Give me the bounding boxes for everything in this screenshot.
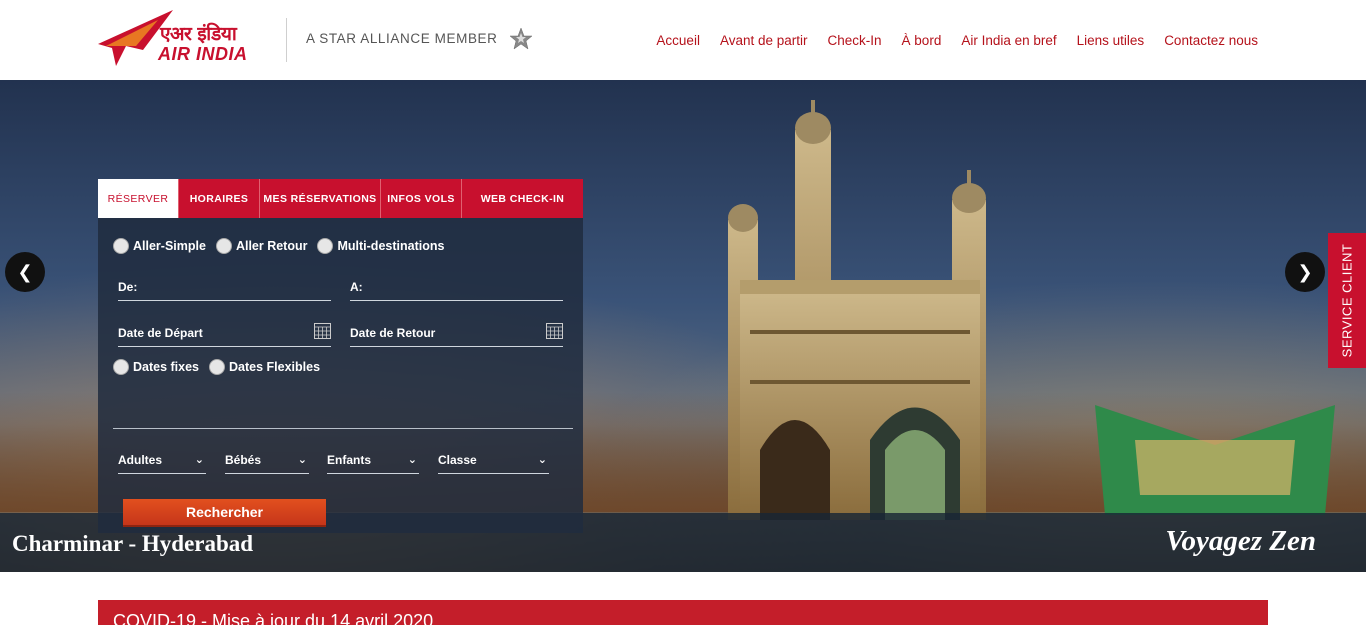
tab-infos-vols[interactable]: INFOS VOLS [381,179,462,218]
nav-avant-de-partir[interactable]: Avant de partir [720,33,808,48]
radio-aller-retour[interactable]: Aller Retour [215,238,307,254]
logo-english-text: AIR INDIA [158,44,248,64]
nav-contactez-nous[interactable]: Contactez nous [1164,33,1258,48]
star-alliance-icon [509,27,533,50]
tab-mes-reservations[interactable]: MES RÉSERVATIONS [260,179,381,218]
service-client-tab[interactable]: SERVICE CLIENT [1328,233,1366,368]
tab-web-check-in[interactable]: WEB CHECK-IN [462,179,583,218]
search-button[interactable]: Rechercher [123,499,326,527]
chevron-right-icon: ❯ [1297,261,1313,282]
star-alliance-text: A STAR ALLIANCE MEMBER [306,31,498,46]
adults-select[interactable]: Adultes ⌄ [118,446,206,474]
chevron-down-icon: ⌄ [407,454,417,466]
calendar-icon[interactable] [314,322,331,339]
return-date-field[interactable]: Date de Retour [350,319,563,347]
logo-hindi-text: एअर इंडिया [160,23,237,45]
radio-dates-fixes[interactable]: Dates fixes [113,359,199,375]
radio-circle-icon [209,359,226,375]
class-select[interactable]: Classe ⌄ [438,446,549,474]
covid-banner-text: COVID-19 - Mise à jour du 14 avril 2020 [113,611,434,625]
hero-carousel: ❮ ❯ SERVICE CLIENT Charminar - Hyderabad… [0,80,1366,572]
nav-air-india-en-bref[interactable]: Air India en bref [961,33,1056,48]
chevron-left-icon: ❮ [17,261,33,282]
radio-multi-destinations[interactable]: Multi-destinations [317,238,444,254]
charminar-image [728,100,986,520]
calendar-icon[interactable] [546,322,563,339]
nav-liens-utiles[interactable]: Liens utiles [1077,33,1145,48]
nav-accueil[interactable]: Accueil [656,33,700,48]
children-select[interactable]: Enfants ⌄ [327,446,419,474]
radio-dates-flexibles[interactable]: Dates Flexibles [209,359,320,375]
carousel-next-button[interactable]: ❯ [1285,252,1325,292]
infants-select[interactable]: Bébés ⌄ [225,446,309,474]
booking-widget: RÉSERVER HORAIRES MES RÉSERVATIONS INFOS… [98,179,583,533]
covid-banner[interactable]: COVID-19 - Mise à jour du 14 avril 2020 [98,600,1268,625]
chevron-down-icon: ⌄ [537,454,547,466]
radio-circle-icon [113,359,129,375]
date-type-options: Dates fixes Dates Flexibles [113,359,330,375]
depart-date-field[interactable]: Date de Départ [118,319,331,347]
radio-circle-icon [113,238,129,254]
air-india-logo[interactable]: एअर इंडिया AIR INDIA [98,8,280,70]
site-header: एअर इंडिया AIR INDIA A STAR ALLIANCE MEM… [0,0,1366,80]
form-divider [113,428,573,429]
trip-type-options: Aller-Simple Aller Retour Multi-destinat… [113,238,454,254]
chevron-down-icon: ⌄ [297,454,307,466]
green-tent-image [1095,405,1335,515]
radio-circle-icon [215,238,232,254]
radio-aller-simple[interactable]: Aller-Simple [113,238,206,254]
logo-divider [286,18,287,62]
hero-tagline: Voyagez Zen [1165,525,1316,557]
radio-circle-icon [317,238,334,254]
booking-panel: Aller-Simple Aller Retour Multi-destinat… [98,218,583,533]
hero-location-caption: Charminar - Hyderabad [12,531,254,556]
nav-a-bord[interactable]: À bord [902,33,942,48]
main-nav: Accueil Avant de partir Check-In À bord … [636,33,1258,48]
tab-reserver[interactable]: RÉSERVER [98,179,179,218]
from-field[interactable]: De: [118,273,331,301]
tab-horaires[interactable]: HORAIRES [179,179,260,218]
nav-check-in[interactable]: Check-In [828,33,882,48]
chevron-down-icon: ⌄ [194,454,204,466]
to-field[interactable]: A: [350,273,563,301]
carousel-prev-button[interactable]: ❮ [5,252,45,292]
service-client-label: SERVICE CLIENT [1339,243,1355,358]
booking-tabs: RÉSERVER HORAIRES MES RÉSERVATIONS INFOS… [98,179,583,218]
